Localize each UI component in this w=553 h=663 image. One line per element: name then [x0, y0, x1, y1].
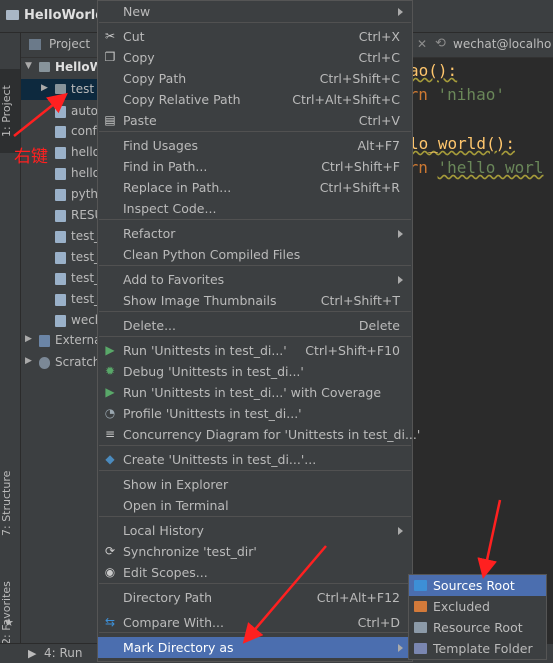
arrow-to-folder [13, 92, 68, 137]
annotation-arrows [13, 92, 502, 644]
arrow-to-mark-directory [242, 545, 327, 644]
arrow-to-sources-root [477, 499, 502, 579]
